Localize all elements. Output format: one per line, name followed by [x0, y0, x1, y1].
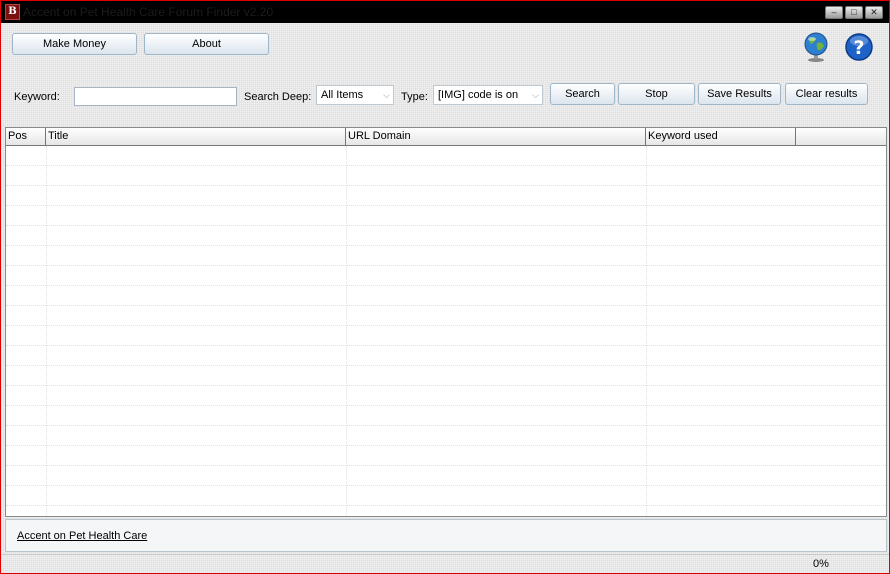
results-table[interactable]: Pos Title URL Domain Keyword used	[5, 127, 887, 517]
footer-link[interactable]: Accent on Pet Health Care	[17, 530, 147, 542]
table-row	[6, 146, 886, 166]
column-header-keyword-used[interactable]: Keyword used	[646, 128, 796, 146]
table-row	[6, 426, 886, 446]
table-row	[6, 206, 886, 226]
table-row	[6, 306, 886, 326]
table-row	[6, 326, 886, 346]
search-deep-label: Search Deep:	[244, 91, 312, 103]
footer-panel: Accent on Pet Health Care	[5, 519, 887, 552]
window-title: Accent on Pet Health Care Forum Finder v…	[23, 5, 274, 19]
table-row	[6, 166, 886, 186]
search-deep-value: All Items	[321, 89, 364, 101]
table-row	[6, 246, 886, 266]
make-money-button[interactable]: Make Money	[12, 33, 137, 55]
about-button[interactable]: About	[144, 33, 269, 55]
table-row	[6, 186, 886, 206]
table-row	[6, 446, 886, 466]
table-row	[6, 226, 886, 246]
table-row	[6, 286, 886, 306]
keyword-input[interactable]	[74, 87, 237, 106]
clear-results-button[interactable]: Clear results	[785, 83, 868, 105]
app-icon: B	[5, 4, 20, 20]
save-results-button[interactable]: Save Results	[698, 83, 781, 105]
table-row	[6, 346, 886, 366]
chevron-down-icon: ⌵	[532, 90, 539, 100]
svg-text:?: ?	[853, 37, 864, 59]
chevron-down-icon: ⌵	[383, 90, 390, 100]
column-header-pos[interactable]: Pos	[6, 128, 46, 146]
close-button[interactable]: ✕	[865, 6, 883, 19]
progress-text: 0%	[813, 558, 829, 570]
maximize-button[interactable]: □	[845, 6, 863, 19]
search-button[interactable]: Search	[550, 83, 615, 105]
column-header-url-domain[interactable]: URL Domain	[346, 128, 646, 146]
status-bar: 0%	[1, 554, 889, 573]
table-row	[6, 366, 886, 386]
column-header-extra[interactable]	[796, 128, 886, 146]
minimize-button[interactable]: –	[825, 6, 843, 19]
table-row	[6, 386, 886, 406]
table-row	[6, 486, 886, 506]
table-row	[6, 466, 886, 486]
table-row	[6, 266, 886, 286]
stop-button[interactable]: Stop	[618, 83, 695, 105]
search-deep-select[interactable]: All Items ⌵	[316, 85, 394, 105]
type-select[interactable]: [IMG] code is on ⌵	[433, 85, 543, 105]
type-value: [IMG] code is on	[438, 89, 519, 101]
help-icon[interactable]: ?	[844, 32, 874, 62]
globe-icon[interactable]	[801, 31, 831, 63]
table-row	[6, 406, 886, 426]
keyword-label: Keyword:	[14, 91, 60, 103]
column-header-title[interactable]: Title	[46, 128, 346, 146]
app-window: B Accent on Pet Health Care Forum Finder…	[0, 0, 890, 574]
type-label: Type:	[401, 91, 428, 103]
title-bar: B Accent on Pet Health Care Forum Finder…	[1, 1, 889, 23]
